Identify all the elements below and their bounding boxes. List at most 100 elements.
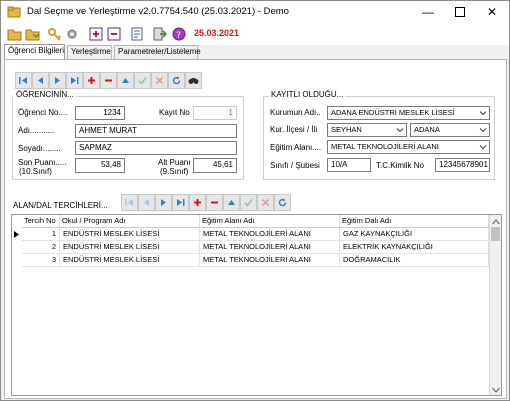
main-window: Dal Seçme ve Yerleştirme v2.0.7754.540 (… [0,0,510,401]
school-cell[interactable]: ENDÜSTRİ MESLEK LİSESİ [60,228,200,241]
last-record-icon[interactable] [66,72,83,89]
open-folder-icon[interactable] [7,26,23,42]
tab-student-info[interactable]: Öğrenci Bilgileri [4,44,65,59]
cancel-pref-icon[interactable] [257,194,274,211]
field-value: METAL TEKNOLOJİLERİ ALANI [331,142,439,151]
first-name-label: Adı........... [18,126,55,135]
school-cell[interactable]: ENDÜSTRİ MESLEK LİSESİ [60,254,200,267]
chevron-down-icon [396,128,404,133]
base-score-sublabel: (9.Sınıf) [160,167,189,176]
preferences-title: ALAN/DAL TERCİHLERİ... [13,201,108,210]
institution-value: ADANA ENDÜSTRİ MESLEK LİSESİ [331,108,455,117]
field-cell[interactable]: METAL TEKNOLOJİLERİ ALANI [200,228,340,241]
table-row[interactable]: 3 ENDÜSTRİ MESLEK LİSESİ METAL TEKNOLOJİ… [12,254,489,267]
refresh-pref-icon[interactable] [274,194,291,211]
preferences-navigator [121,194,291,211]
district-select[interactable]: SEYHAN [327,123,407,137]
app-icon [7,5,21,19]
delete-pref-icon[interactable] [206,194,223,211]
current-date: 25.03.2021 [194,28,240,38]
field-cell[interactable]: METAL TEKNOLOJİLERİ ALANI [200,241,340,254]
column-header-pref-no[interactable]: Tercih No [22,215,60,228]
province-value: ADANA [414,125,440,134]
last-score-sublabel: (10.Sınıf) [19,167,52,176]
cancel-record-icon[interactable] [151,72,168,89]
class-label: Sınıfı / Şubesi [270,161,320,170]
report-icon[interactable] [129,26,145,42]
table-row[interactable]: 1 ENDÜSTRİ MESLEK LİSESİ METAL TEKNOLOJİ… [12,228,489,241]
post-pref-icon[interactable] [240,194,257,211]
chevron-down-icon [479,128,487,133]
table-row[interactable]: 2 ENDÜSTRİ MESLEK LİSESİ METAL TEKNOLOJİ… [12,241,489,254]
field-label: Eğitim Alanı.... [270,143,322,152]
student-group-title: ÖĞRENCİNİN... [14,90,76,99]
last-pref-icon[interactable] [172,194,189,211]
prev-record-icon[interactable] [32,72,49,89]
class-field[interactable]: 10/A [327,158,371,172]
import-icon[interactable] [88,26,104,42]
next-pref-icon[interactable] [155,194,172,211]
edit-pref-icon[interactable] [223,194,240,211]
field-cell[interactable]: METAL TEKNOLOJİLERİ ALANI [200,254,340,267]
export-icon[interactable] [106,26,122,42]
base-score-field[interactable]: 45,61 [193,158,237,173]
branch-cell[interactable]: GAZ KAYNAKÇILIĞI [340,228,489,241]
id-label: T.C.Kimlik No [376,161,425,170]
student-no-field[interactable]: 1234 [75,106,125,120]
id-field[interactable]: 12345678901 [435,158,490,172]
add-record-icon[interactable] [83,72,100,89]
first-name-field[interactable]: AHMET MURAT [75,124,237,138]
school-cell[interactable]: ENDÜSTRİ MESLEK LİSESİ [60,241,200,254]
column-header-field[interactable]: Eğitim Alanı Adı [200,215,340,228]
student-info-panel: ÖĞRENCİNİN... Öğrenci No.... 1234 Kayıt … [4,59,507,399]
title-bar: Dal Seçme ve Yerleştirme v2.0.7754.540 (… [1,1,509,23]
delete-record-icon[interactable] [100,72,117,89]
student-no-label: Öğrenci No.... [18,108,68,117]
toolbar: ? [1,23,509,45]
help-icon[interactable]: ? [171,26,187,42]
column-header-school[interactable]: Okul / Program Adı [60,215,200,228]
province-select[interactable]: ADANA [410,123,490,137]
first-record-icon[interactable] [15,72,32,89]
prev-pref-icon[interactable] [138,194,155,211]
record-no-field[interactable]: 1 [193,106,237,120]
scroll-up-icon[interactable] [492,217,500,227]
maximize-button[interactable] [445,3,475,21]
vertical-scrollbar[interactable] [489,215,501,395]
chevron-down-icon [479,111,487,116]
save-folder-icon[interactable] [25,26,41,42]
branch-cell[interactable]: ELEKTRİK KAYNAKÇILIĞI [340,241,489,254]
surname-field[interactable]: SAPMAZ [75,141,237,155]
window-title: Dal Seçme ve Yerleştirme v2.0.7754.540 (… [27,6,289,17]
minimize-button[interactable]: — [413,3,443,21]
pref-no-cell[interactable]: 2 [22,241,60,254]
scroll-down-icon[interactable] [492,385,500,395]
column-header-branch[interactable]: Eğitim Dalı Adı [340,215,489,228]
refresh-icon[interactable] [168,72,185,89]
field-select[interactable]: METAL TEKNOLOJİLERİ ALANI [327,140,490,154]
settings-icon[interactable] [64,26,80,42]
key-icon[interactable] [47,26,63,42]
surname-label: Soyadı........ [18,144,61,153]
pref-no-cell[interactable]: 3 [22,254,60,267]
next-record-icon[interactable] [49,72,66,89]
last-score-label: Son Puanı..... [18,158,67,167]
scroll-thumb[interactable] [491,227,500,241]
add-pref-icon[interactable] [189,194,206,211]
close-button[interactable]: ✕ [477,3,507,21]
post-record-icon[interactable] [134,72,151,89]
exit-icon[interactable] [152,26,168,42]
registration-group-title: KAYITLI OLDUĞU... [269,90,346,99]
institution-select[interactable]: ADANA ENDÜSTRİ MESLEK LİSESİ [327,106,490,120]
tab-placement[interactable]: Yerleştirme [67,45,112,59]
svg-text:?: ? [176,31,181,41]
search-binoculars-icon[interactable] [185,72,202,89]
edit-record-icon[interactable] [117,72,134,89]
last-score-field[interactable]: 53,48 [75,158,125,173]
record-no-label: Kayıt No [159,108,190,117]
pref-no-cell[interactable]: 1 [22,228,60,241]
chevron-down-icon [479,145,487,150]
tab-parameters[interactable]: Parametreler/Listeleme [114,45,201,59]
first-pref-icon[interactable] [121,194,138,211]
branch-cell[interactable]: DOĞRAMACILIK [340,254,489,267]
